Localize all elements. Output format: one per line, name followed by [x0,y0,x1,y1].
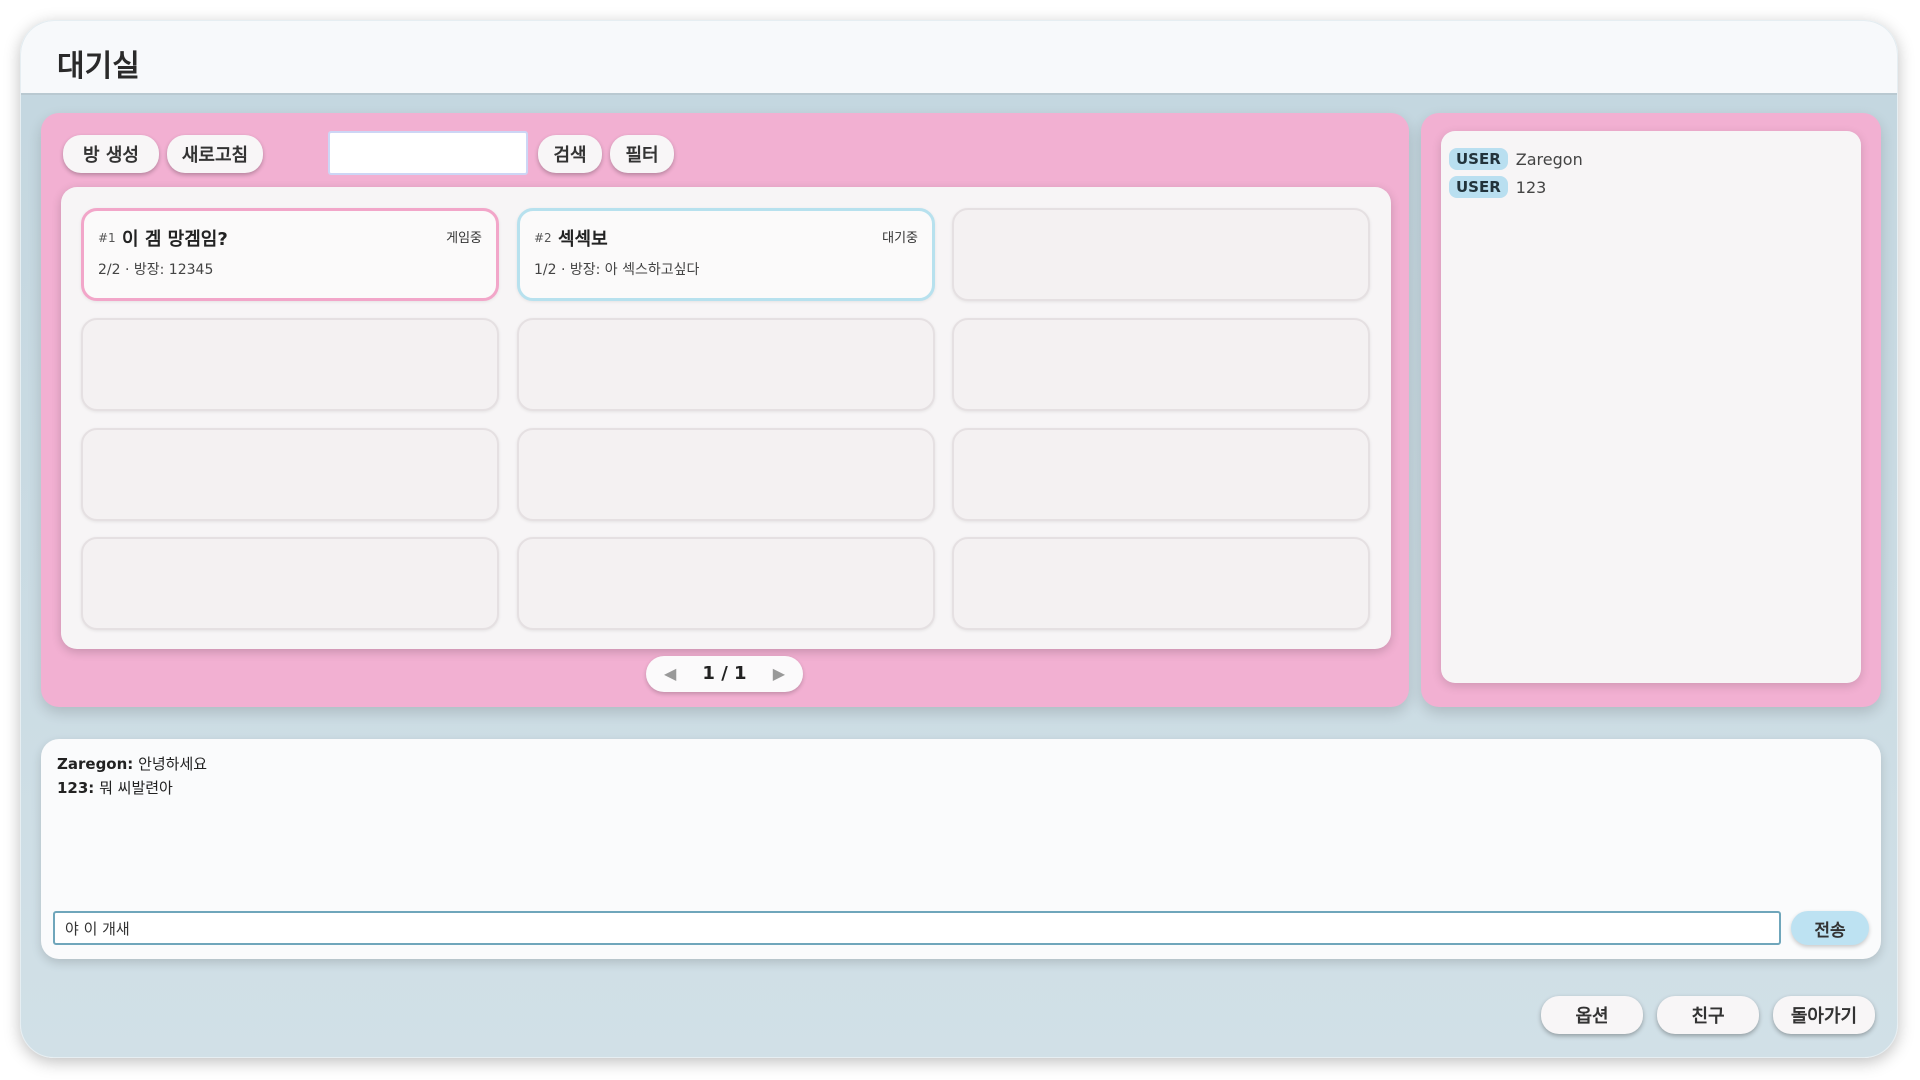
room-status: 대기중 [882,231,918,246]
room-grid: #1 이 겜 망겜임? 게임중 2/2 · 방장: 12345 #2 섹섹보 대… [61,187,1391,649]
chat-text: 뭐 씨발련아 [99,779,173,797]
empty-room-slot [952,537,1370,630]
refresh-button[interactable]: 새로고침 [167,135,263,173]
room-panel: 방 생성 새로고침 검색 필터 #1 이 겜 망겜임? 게임중 2/2 · 방장… [41,113,1409,707]
room-title: 섹섹보 [558,229,608,250]
room-status: 게임중 [446,231,482,246]
back-button[interactable]: 돌아가기 [1773,996,1875,1034]
room-number: #2 [534,231,552,245]
page-title: 대기실 [57,49,140,84]
room-card[interactable]: #2 섹섹보 대기중 1/2 · 방장: 아 섹스하고싶다 [517,208,935,301]
empty-room-slot [81,537,499,630]
user-list: USER Zaregon USER 123 [1441,131,1861,683]
chat-message: 123: 뭐 씨발련아 [57,777,173,798]
friends-button[interactable]: 친구 [1657,996,1759,1034]
user-panel: USER Zaregon USER 123 [1421,113,1881,707]
empty-room-slot [81,318,499,411]
empty-room-slot [952,318,1370,411]
chat-author: 123: [57,779,95,797]
send-button[interactable]: 전송 [1791,911,1869,945]
lobby-window: 대기실 방 생성 새로고침 검색 필터 #1 이 겜 망겜임? 게임중 2/2 … [20,20,1898,1058]
filter-button[interactable]: 필터 [610,135,674,173]
empty-room-slot [517,318,935,411]
user-role-badge: USER [1449,148,1508,170]
chat-panel: Zaregon: 안녕하세요 123: 뭐 씨발련아 전송 [41,739,1881,959]
room-info: 1/2 · 방장: 아 섹스하고싶다 [534,262,700,278]
empty-room-slot [517,428,935,521]
empty-room-slot [517,537,935,630]
pagination: ◀ 1 / 1 ▶ [646,656,803,692]
room-title: 이 겜 망겜임? [122,229,228,250]
empty-room-slot [952,208,1370,301]
search-button[interactable]: 검색 [538,135,602,173]
room-number: #1 [98,231,116,245]
chat-message: Zaregon: 안녕하세요 [57,753,207,774]
options-button[interactable]: 옵션 [1541,996,1643,1034]
user-name: Zaregon [1515,149,1583,169]
user-role-badge: USER [1449,176,1508,198]
user-name: 123 [1515,177,1547,197]
room-search-input[interactable] [328,131,528,175]
user-row[interactable]: USER 123 [1449,175,1546,199]
create-room-button[interactable]: 방 생성 [63,135,159,173]
title-bar: 대기실 [21,21,1897,95]
empty-room-slot [952,428,1370,521]
room-card[interactable]: #1 이 겜 망겜임? 게임중 2/2 · 방장: 12345 [81,208,499,301]
user-row[interactable]: USER Zaregon [1449,147,1583,171]
chat-author: Zaregon: [57,755,134,773]
chat-input[interactable] [53,911,1781,945]
chat-text: 안녕하세요 [138,755,208,773]
room-info: 2/2 · 방장: 12345 [98,262,214,278]
next-page-icon[interactable]: ▶ [773,664,785,683]
empty-room-slot [81,428,499,521]
